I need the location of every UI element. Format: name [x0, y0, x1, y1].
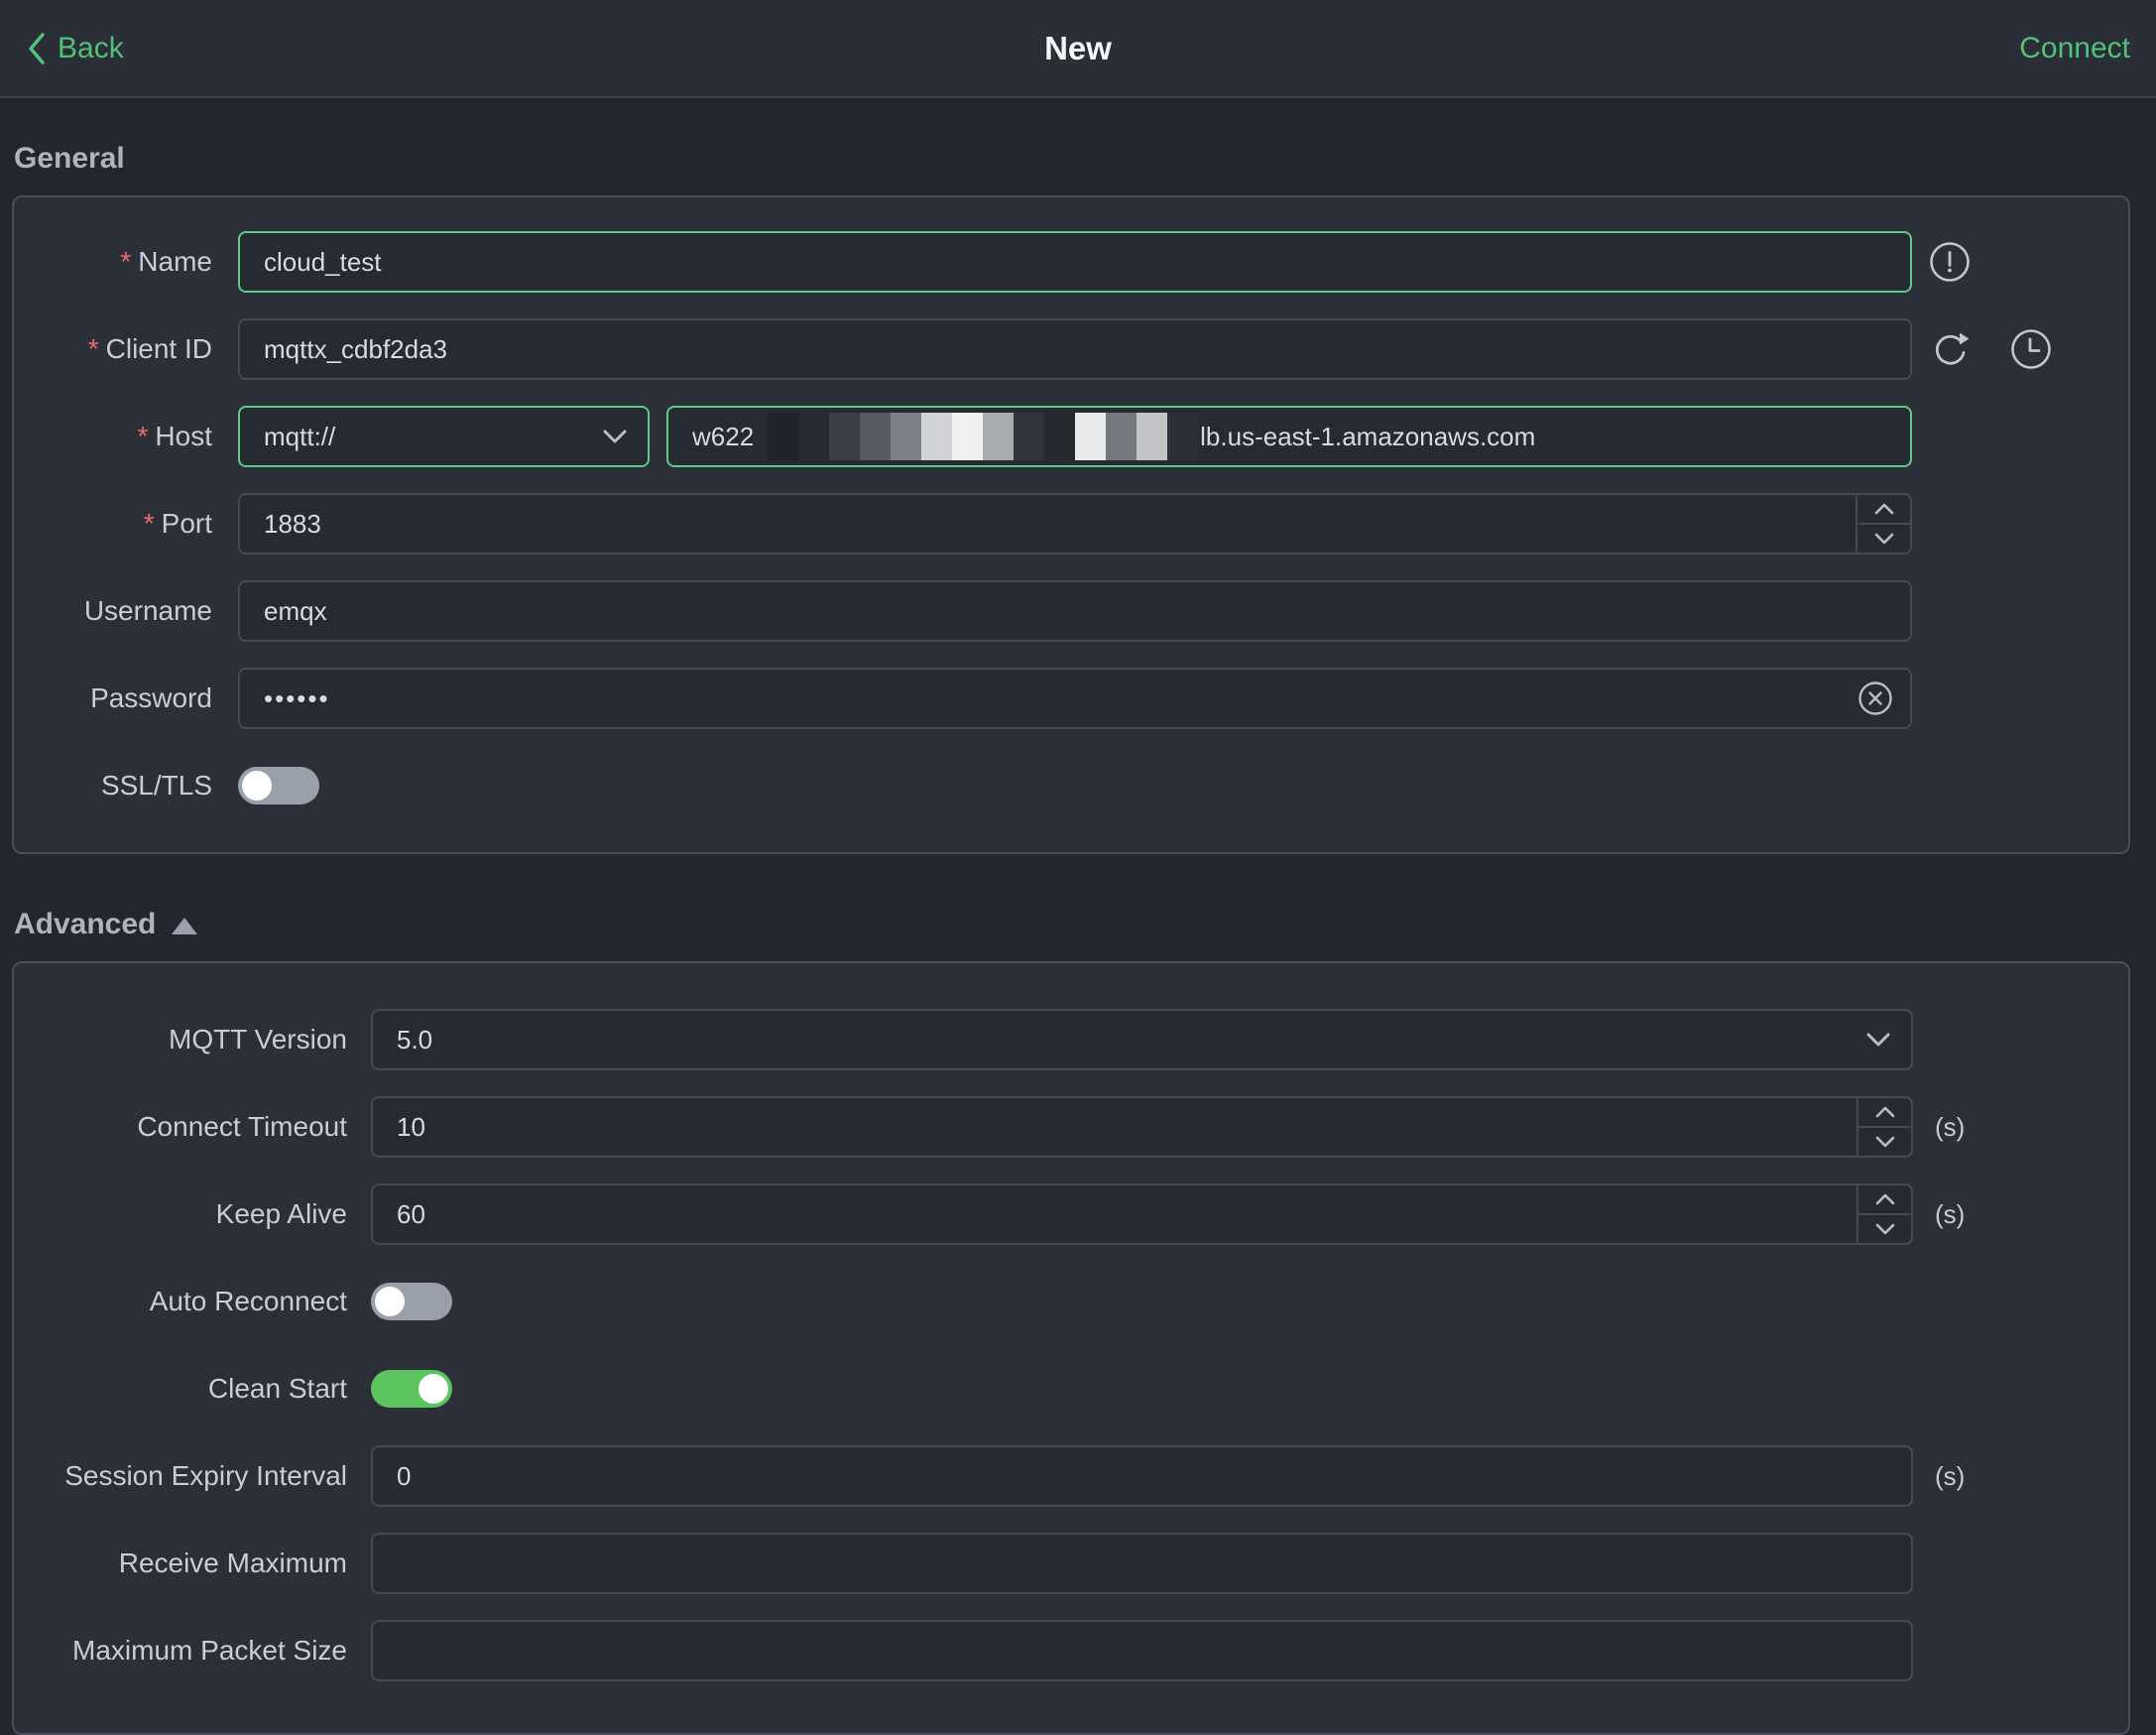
stepper-up-button[interactable] — [1857, 495, 1910, 525]
required-asterisk: * — [87, 333, 99, 364]
mqtt-version-label: MQTT Version — [169, 1024, 347, 1054]
session-expiry-label: Session Expiry Interval — [64, 1460, 347, 1491]
client-id-label: Client ID — [105, 333, 212, 364]
clean-start-toggle[interactable] — [371, 1370, 452, 1408]
stepper-up-button[interactable] — [1858, 1185, 1911, 1215]
info-circle-icon — [1930, 242, 1970, 282]
max-packet-size-label: Maximum Packet Size — [72, 1635, 347, 1666]
host-protocol-select[interactable]: mqtt:// — [238, 406, 650, 467]
form-row-auto-reconnect: Auto Reconnect — [14, 1271, 2128, 1332]
auto-reconnect-label: Auto Reconnect — [149, 1286, 347, 1316]
collapse-triangle-icon — [172, 917, 198, 934]
keep-alive-input[interactable] — [371, 1183, 1913, 1245]
form-row-receive-maximum: Receive Maximum — [14, 1533, 2128, 1594]
stepper-up-icon — [1875, 1193, 1894, 1205]
username-label: Username — [83, 595, 212, 626]
host-label: Host — [155, 421, 212, 451]
keep-alive-unit: (s) — [1935, 1198, 1966, 1229]
keep-alive-label: Keep Alive — [215, 1198, 347, 1229]
form-row-username: Username — [14, 580, 2128, 642]
auto-reconnect-toggle[interactable] — [371, 1283, 452, 1320]
general-card: *Name *Client ID — [12, 195, 2130, 854]
receive-maximum-input[interactable] — [371, 1533, 1913, 1594]
host-address-prefix: w622 — [692, 421, 755, 451]
mqtt-version-value: 5.0 — [397, 1024, 433, 1054]
stepper-down-icon — [1875, 1223, 1894, 1235]
required-asterisk: * — [143, 508, 155, 539]
toggle-knob — [242, 771, 272, 801]
stepper-down-button[interactable] — [1857, 525, 1910, 553]
form-row-connect-timeout: Connect Timeout (s) — [14, 1096, 2128, 1158]
password-label: Password — [90, 682, 212, 713]
censored-host-blur — [768, 413, 1199, 460]
password-clear-icon[interactable] — [1857, 680, 1894, 717]
stepper-up-icon — [1874, 503, 1893, 515]
host-address-field[interactable]: w622 lb.us-east-1.amazonaws.com — [666, 406, 1912, 467]
max-packet-size-input[interactable] — [371, 1620, 1913, 1681]
port-stepper — [1856, 495, 1910, 553]
required-asterisk: * — [137, 421, 149, 451]
back-button[interactable]: Back — [26, 30, 124, 67]
session-expiry-unit: (s) — [1935, 1460, 1966, 1491]
section-advanced-title[interactable]: Advanced — [14, 908, 2156, 941]
connect-timeout-unit: (s) — [1935, 1111, 1966, 1142]
name-input[interactable] — [238, 231, 1912, 293]
refresh-icon[interactable] — [1928, 327, 1972, 371]
advanced-card: MQTT Version 5.0 Connect Timeout 10 (s) … — [12, 961, 2130, 1735]
receive-maximum-label: Receive Maximum — [118, 1548, 347, 1578]
port-input[interactable] — [238, 493, 1912, 555]
keep-alive-stepper — [1857, 1185, 1911, 1243]
port-label: Port — [161, 508, 212, 539]
username-input[interactable] — [238, 580, 1912, 642]
client-id-input[interactable] — [238, 318, 1912, 380]
stepper-down-button[interactable] — [1858, 1128, 1911, 1156]
form-row-keep-alive: Keep Alive (s) — [14, 1183, 2128, 1245]
page-title: New — [1044, 29, 1112, 66]
connect-timeout-stepper — [1857, 1098, 1911, 1156]
history-clock-icon[interactable] — [2009, 327, 2053, 371]
form-row-client-id: * Client ID — [14, 318, 2128, 380]
host-protocol-value: mqtt:// — [264, 421, 336, 451]
mqtt-version-select[interactable]: 5.0 — [371, 1009, 1913, 1070]
stepper-up-button[interactable] — [1858, 1098, 1911, 1128]
name-label: Name — [138, 246, 212, 277]
form-row-host: * Host mqtt:// w622 lb.us-east-1.amazonaw… — [14, 406, 2128, 467]
connect-timeout-label: Connect Timeout — [137, 1111, 347, 1142]
session-expiry-input[interactable] — [371, 1445, 1913, 1507]
password-input[interactable] — [238, 668, 1912, 729]
back-chevron-icon — [29, 32, 45, 64]
general-title-text: General — [14, 142, 125, 175]
form-row-max-packet-size: Maximum Packet Size — [14, 1620, 2128, 1681]
chevron-down-icon — [603, 430, 627, 443]
connect-button[interactable]: Connect — [2019, 32, 2130, 65]
stepper-down-icon — [1874, 533, 1893, 545]
connect-timeout-input[interactable] — [371, 1096, 1913, 1158]
form-row-password: Password — [14, 668, 2128, 729]
back-label: Back — [58, 31, 124, 64]
form-row-port: * Port — [14, 493, 2128, 555]
clean-start-label: Clean Start — [207, 1373, 347, 1404]
host-address-suffix: lb.us-east-1.amazonaws.com — [1200, 421, 1536, 451]
form-row-session-expiry: Session Expiry Interval (s) — [14, 1445, 2128, 1507]
required-asterisk: * — [120, 246, 132, 277]
advanced-title-text: Advanced — [14, 908, 157, 940]
stepper-up-icon — [1875, 1106, 1894, 1118]
ssl-toggle[interactable] — [238, 767, 319, 805]
section-general-title: General — [14, 142, 2156, 176]
toggle-knob — [375, 1287, 405, 1316]
form-row-ssl: SSL/TLS — [14, 755, 2128, 816]
chevron-down-icon — [1866, 1033, 1890, 1047]
form-row-clean-start: Clean Start — [14, 1358, 2128, 1420]
ssl-label: SSL/TLS — [100, 770, 212, 801]
stepper-down-button[interactable] — [1858, 1215, 1911, 1243]
stepper-down-icon — [1875, 1136, 1894, 1148]
form-row-mqtt-version: MQTT Version 5.0 — [14, 1009, 2128, 1070]
form-row-name: * Name — [14, 231, 2128, 293]
top-bar: Back New Connect — [0, 0, 2156, 98]
toggle-knob — [419, 1374, 448, 1404]
